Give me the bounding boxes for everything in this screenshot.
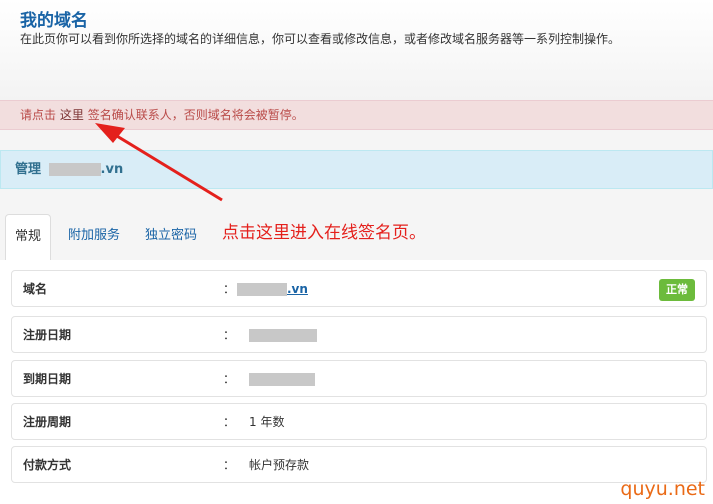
details-panel: 域名 ： .vn 正常 注册日期 ： 到期日期 ： 注册周期 ： 1 年数 付款… [0,260,713,504]
exp-date-value [237,361,315,398]
colon: ： [223,458,236,472]
alert-suffix: 签名确认联系人，否则域名将会被暂停。 [87,108,304,122]
redacted-domain [237,283,287,296]
manage-label: 管理 [15,162,42,177]
manage-domain-suffix: .vn [100,162,124,177]
redacted-date [249,329,317,342]
domain-label: 域名 [23,282,48,296]
row-domain: 域名 ： .vn 正常 [11,270,707,307]
manage-domain-bar: 管理 .vn [0,150,713,189]
reg-date-value [237,317,317,354]
page-title: 我的域名 [20,11,88,31]
payment-label: 付款方式 [23,458,72,472]
exp-date-label: 到期日期 [23,372,72,386]
tab-addon-services[interactable]: 附加服务 [60,214,128,260]
page-description: 在此页你可以看到你所选择的域名的详细信息，你可以查看或修改信息，或者修改域名服务… [20,32,621,46]
row-expiry-date: 到期日期 ： [11,360,707,397]
redacted-domain [48,163,101,176]
annotation-text: 点击这里进入在线签名页。 [222,223,426,243]
reg-period-label: 注册周期 [23,415,72,429]
watermark: quyu.net [620,478,705,500]
row-payment-method: 付款方式 ： 帐户预存款 [11,446,707,483]
row-registration-period: 注册周期 ： 1 年数 [11,403,707,440]
alert-here-link[interactable]: 这里 [60,108,84,123]
status-badge: 正常 [659,279,695,301]
tab-private-password[interactable]: 独立密码 [137,214,205,260]
reg-period-value: 1 年数 [249,415,285,429]
payment-value: 帐户预存款 [249,458,310,472]
redacted-date [249,373,315,386]
colon: ： [223,282,236,296]
colon: ： [223,415,236,429]
page-header: 我的域名 在此页你可以看到你所选择的域名的详细信息，你可以查看或修改信息，或者修… [0,0,713,100]
tab-general[interactable]: 常规 [5,214,51,261]
colon: ： [223,328,236,342]
row-registration-date: 注册日期 ： [11,316,707,353]
signature-alert: 请点击 这里 签名确认联系人，否则域名将会被暂停。 [0,100,713,130]
domain-value: .vn [237,271,308,308]
colon: ： [223,372,236,386]
reg-date-label: 注册日期 [23,328,72,342]
domain-link[interactable]: .vn [287,282,308,296]
alert-prefix: 请点击 [20,108,57,122]
